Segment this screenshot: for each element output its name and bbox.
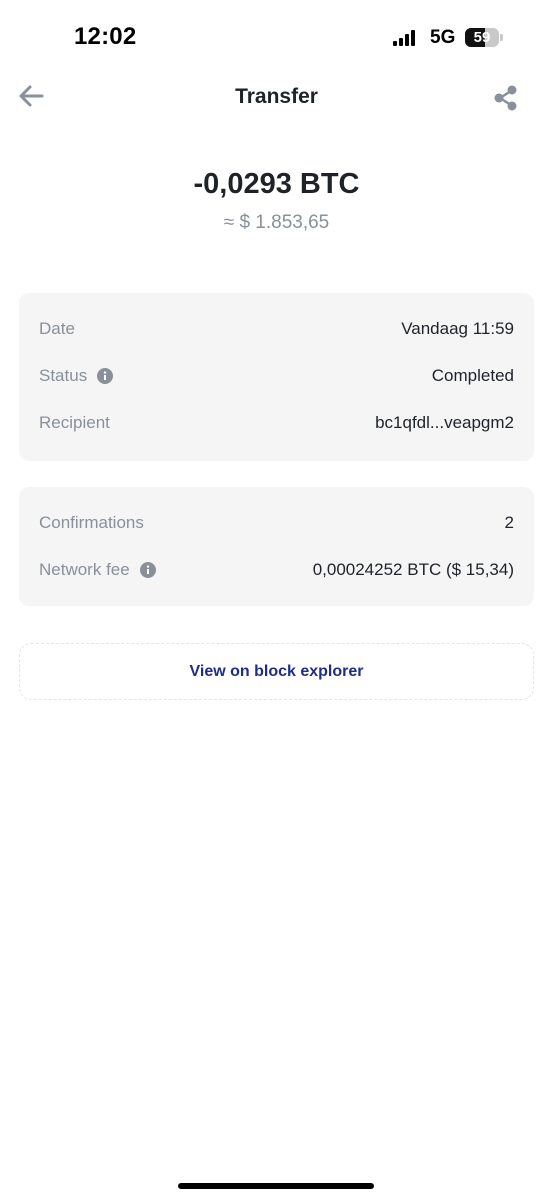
status-label: Status — [39, 366, 88, 385]
crypto-amount: -0,0293 BTC — [193, 168, 360, 200]
nav-header: Transfer — [0, 72, 553, 124]
battery-icon: 59 — [465, 28, 499, 47]
home-indicator[interactable] — [178, 1183, 374, 1189]
battery-level: 59 — [473, 29, 491, 46]
recipient-label: Recipient — [39, 413, 110, 432]
page-title: Transfer — [235, 85, 318, 108]
status-label-group: Status — [39, 366, 114, 386]
transaction-details-card: Date Vandaag 11:59 Status Completed Reci… — [19, 293, 534, 461]
detail-row-confirmations: Confirmations 2 — [39, 513, 514, 539]
confirmations-label: Confirmations — [39, 513, 144, 532]
view-block-explorer-button[interactable]: View on block explorer — [19, 643, 534, 700]
detail-row-recipient: Recipient bc1qfdl...veapgm2 — [39, 413, 514, 439]
network-fee-value: 0,00024252 BTC ($ 15,34) — [312, 560, 514, 579]
status-bar: 12:02 5G 59 — [0, 0, 553, 70]
date-label: Date — [39, 319, 75, 338]
detail-row-status: Status Completed — [39, 366, 514, 392]
network-fee-label: Network fee — [39, 560, 130, 579]
date-value: Vandaag 11:59 — [401, 319, 514, 338]
status-time: 12:02 — [74, 23, 137, 50]
fiat-amount: ≈ $ 1.853,65 — [223, 212, 330, 233]
network-type: 5G — [430, 27, 456, 48]
status-value: Completed — [431, 366, 514, 385]
share-icon — [494, 85, 517, 111]
battery-tip — [500, 34, 503, 41]
info-icon[interactable] — [97, 368, 114, 384]
recipient-value[interactable]: bc1qfdl...veapgm2 — [375, 413, 514, 433]
info-icon[interactable] — [139, 562, 156, 578]
detail-row-network-fee: Network fee 0,00024252 BTC ($ 15,34) — [39, 560, 514, 586]
view-block-explorer-label: View on block explorer — [189, 662, 364, 680]
network-fee-label-group: Network fee — [39, 560, 156, 580]
network-details-card: Confirmations 2 Network fee 0,00024252 B… — [19, 487, 534, 606]
share-button[interactable] — [492, 84, 520, 112]
detail-row-date: Date Vandaag 11:59 — [39, 319, 514, 345]
cellular-signal-icon — [393, 30, 415, 46]
confirmations-value: 2 — [504, 513, 514, 532]
